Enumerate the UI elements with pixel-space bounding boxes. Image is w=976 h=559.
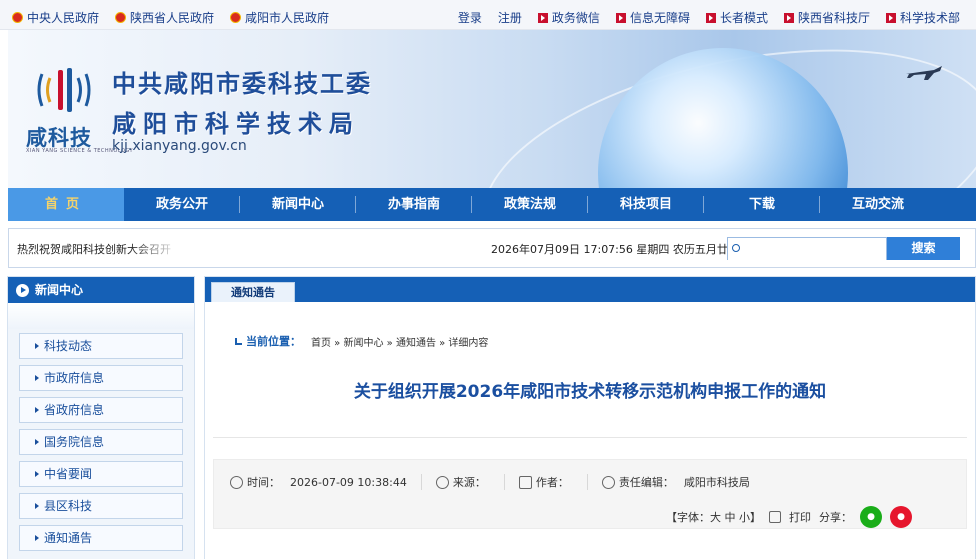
font-size-options[interactable]: 大 中 小 (710, 511, 750, 524)
nav-downloads[interactable]: 下载 (704, 188, 820, 221)
sidebar-header: 新闻中心 (8, 277, 194, 303)
sidebar-item-tech-news[interactable]: 科技动态 (19, 333, 183, 359)
panel-tab-bar: 通知通告 (205, 277, 975, 302)
sidebar-item-state-council[interactable]: 国务院信息 (19, 429, 183, 455)
airplane-icon (906, 66, 942, 80)
divider (213, 437, 967, 438)
bullet-icon (705, 12, 716, 23)
sidebar-item-notices[interactable]: 通知通告 (19, 525, 183, 551)
link-central-government[interactable]: 中央人民政府 (12, 9, 99, 26)
play-circle-icon (16, 283, 29, 297)
register-link[interactable]: 注册 (498, 9, 522, 26)
share-label: 分享： (819, 511, 852, 524)
link-shaanxi-government[interactable]: 陕西省人民政府 (115, 9, 214, 26)
article-title: 关于组织开展2026年咸阳市技术转移示范机构申报工作的通知 (353, 382, 827, 402)
nav-news-center[interactable]: 新闻中心 (240, 188, 356, 221)
link-shaanxi-sci-tech[interactable]: 陕西省科技厅 (783, 9, 870, 26)
bullet-icon (885, 12, 896, 23)
site-logo-icon (37, 68, 91, 112)
nav-service-guide[interactable]: 办事指南 (356, 188, 472, 221)
breadcrumb-label: 当前位置： (246, 335, 301, 348)
site-title-line1: 中共咸阳市委科技工委 (112, 70, 372, 98)
info-bar: 热烈祝贺咸阳科技创新大会召开 2026年07月09日 17:07:56 星期四 … (8, 228, 976, 268)
site-banner: 咸科技 XIAN YANG SCIENCE & TECHNOLOGY 中共咸阳市… (8, 30, 976, 188)
font-size-control: 【字体：大 中 小】 (666, 511, 761, 524)
clock-icon (230, 475, 243, 489)
compass-icon (435, 475, 449, 489)
national-emblem-icon (230, 12, 242, 23)
sidebar-item-county-tech[interactable]: 县区科技 (19, 493, 183, 519)
breadcrumb-path[interactable]: 首页 » 新闻中心 » 通知通告 » 详细内容 (311, 334, 488, 349)
edit-icon (518, 475, 532, 489)
article-meta: 时间： 2026-07-09 10:38:44 来源： 作者： 责任编辑： 咸阳… (213, 459, 967, 529)
meta-editor: 责任编辑： 咸阳市科技局 (601, 474, 764, 490)
sidebar-item-province-info[interactable]: 省政府信息 (19, 397, 183, 423)
login-link[interactable]: 登录 (458, 9, 482, 26)
location-icon (235, 337, 242, 345)
weibo-share-icon[interactable]: ● (890, 506, 912, 528)
nav-projects[interactable]: 科技项目 (588, 188, 704, 221)
utility-links: 登录 注册 政务微信 信息无障碍 长者模式 陕西省科技厅 科学技术部 (458, 9, 960, 26)
site-title-line2: 咸阳市科学技术局 (112, 110, 360, 138)
ticker-fade (129, 237, 195, 259)
article-panel: 通知通告 当前位置： 首页 » 新闻中心 » 通知通告 » 详细内容 关于组织开… (204, 276, 976, 559)
eye-icon (601, 475, 615, 489)
sidebar-title: 新闻中心 (35, 283, 84, 297)
meta-time: 时间： 2026-07-09 10:38:44 (230, 474, 422, 490)
link-accessibility[interactable]: 信息无障碍 (615, 9, 690, 26)
print-icon[interactable] (769, 511, 781, 523)
link-wechat[interactable]: 政务微信 (537, 9, 600, 26)
site-domain: kjj.xianyang.gov.cn (112, 138, 247, 154)
search-button[interactable]: 搜索 (887, 237, 960, 260)
nav-interaction[interactable]: 互动交流 (820, 188, 936, 221)
tab-notices[interactable]: 通知通告 (211, 282, 295, 302)
breadcrumb: 当前位置： 首页 » 新闻中心 » 通知通告 » 详细内容 (235, 333, 488, 349)
nav-government-affairs[interactable]: 政务公开 (124, 188, 240, 221)
sidebar-subheader (8, 303, 194, 329)
link-ministry-sci-tech[interactable]: 科学技术部 (885, 9, 960, 26)
nav-policies[interactable]: 政策法规 (472, 188, 588, 221)
search-input[interactable] (728, 239, 886, 260)
sidebar-menu: 科技动态 市政府信息 省政府信息 国务院信息 中省要闻 县区科技 通知通告 (8, 329, 194, 551)
current-datetime: 2026年07月09日 17:07:56 星期四 农历五月廿五 (491, 243, 739, 256)
search-box (727, 237, 887, 260)
bullet-icon (783, 12, 794, 23)
bullet-icon (615, 12, 626, 23)
meta-author: 作者： (518, 474, 588, 490)
sidebar: 新闻中心 科技动态 市政府信息 省政府信息 国务院信息 中省要闻 县区科技 通知… (7, 276, 195, 559)
wechat-share-icon[interactable]: ● (860, 506, 882, 528)
sidebar-item-major-news[interactable]: 中省要闻 (19, 461, 183, 487)
meta-row: 时间： 2026-07-09 10:38:44 来源： 作者： 责任编辑： 咸阳… (230, 474, 778, 490)
main-navigation: 首页 政务公开 新闻中心 办事指南 政策法规 科技项目 下载 互动交流 (8, 188, 976, 221)
link-elder-mode[interactable]: 长者模式 (705, 9, 768, 26)
national-emblem-icon (12, 12, 23, 23)
bullet-icon (537, 12, 548, 23)
government-links: 中央人民政府 陕西省人民政府 咸阳市人民政府 (12, 9, 329, 26)
search-icon (732, 244, 740, 252)
link-xianyang-government[interactable]: 咸阳市人民政府 (230, 9, 329, 26)
meta-source: 来源： (435, 474, 505, 490)
meta-tools: 【字体：大 中 小】 打印 分享： ● ● (666, 506, 912, 528)
print-button[interactable]: 打印 (789, 509, 811, 525)
national-emblem-icon (115, 12, 127, 23)
nav-home[interactable]: 首页 (8, 188, 124, 221)
sidebar-item-city-info[interactable]: 市政府信息 (19, 365, 183, 391)
top-utility-bar: 中央人民政府 陕西省人民政府 咸阳市人民政府 登录 注册 政务微信 信息无障碍 … (0, 0, 976, 30)
